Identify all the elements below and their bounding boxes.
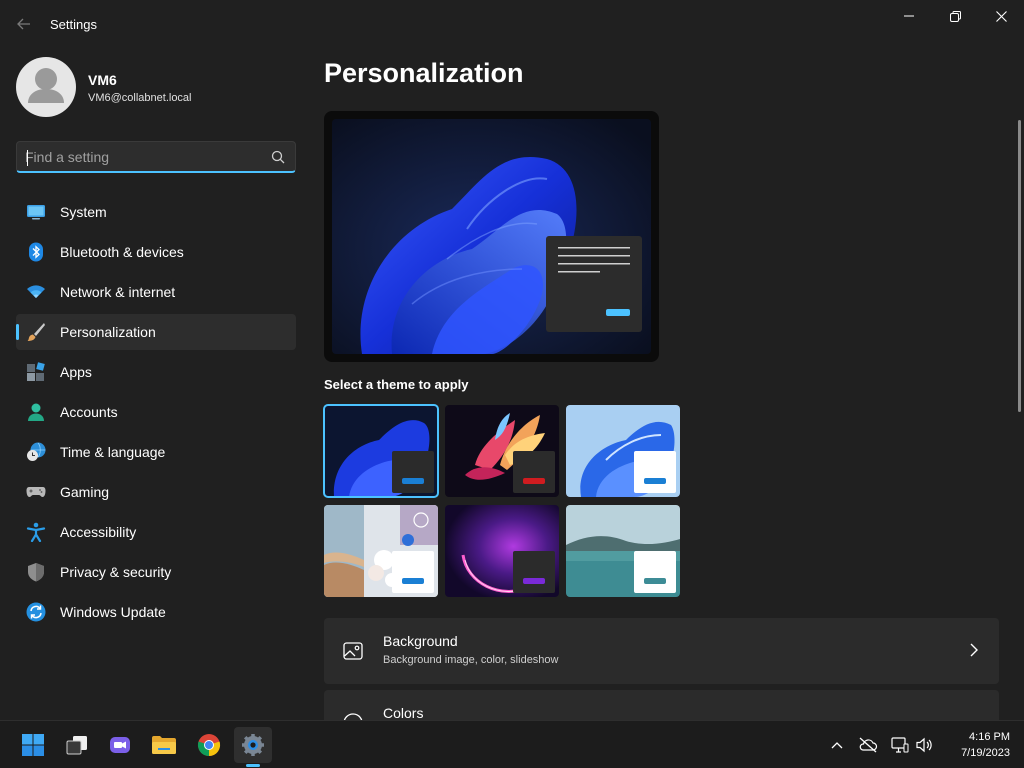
chrome-icon (197, 734, 221, 757)
theme-grid (323, 404, 680, 597)
sidebar-item-label: Accessibility (60, 524, 137, 540)
sidebar-item-time-language[interactable]: Time & language (16, 434, 296, 470)
settings-taskbar-button[interactable] (234, 727, 272, 763)
sidebar-nav: System Bluetooth & devices Network & int… (16, 194, 296, 634)
sidebar-item-label: Network & internet (60, 284, 176, 300)
sidebar-item-apps[interactable]: Apps (16, 354, 296, 390)
apps-icon (27, 362, 45, 381)
accessibility-icon (26, 522, 46, 542)
taskbar: 4:16 PM 7/19/2023 (0, 720, 1024, 768)
restore-button[interactable] (932, 0, 978, 32)
theme-preview (324, 111, 659, 362)
scrollbar[interactable] (1018, 120, 1021, 412)
search-icon[interactable] (271, 150, 285, 164)
close-icon (995, 10, 1007, 22)
chevron-up-icon (831, 742, 843, 749)
minimize-button[interactable] (886, 0, 932, 32)
brush-icon (27, 323, 45, 341)
card-title: Colors (383, 705, 424, 721)
preview-wallpaper (332, 119, 651, 354)
page-title: Personalization (324, 58, 524, 88)
title-bar: Settings (0, 0, 1024, 48)
volume-tray-button[interactable] (914, 735, 934, 755)
taskbar-clock[interactable]: 4:16 PM 7/19/2023 (940, 729, 1010, 761)
theme-windows-dark[interactable] (323, 404, 439, 498)
sidebar-item-label: System (60, 204, 107, 220)
sidebar-item-label: Personalization (60, 324, 156, 340)
avatar[interactable] (16, 57, 76, 117)
file-explorer-icon (152, 736, 176, 754)
chrome-button[interactable] (190, 727, 228, 763)
user-email: VM6@collabnet.local (88, 92, 192, 104)
user-name: VM6 (88, 72, 117, 88)
close-button[interactable] (978, 0, 1024, 32)
clock-globe-icon (27, 442, 46, 461)
sidebar-item-bluetooth[interactable]: Bluetooth & devices (16, 234, 296, 270)
themes-label: Select a theme to apply (324, 377, 469, 392)
search-box[interactable] (16, 141, 296, 173)
sidebar-item-label: Bluetooth & devices (60, 244, 184, 260)
theme-windows-light[interactable] (566, 405, 680, 497)
task-view-button[interactable] (58, 727, 96, 763)
user-avatar-icon (28, 68, 64, 103)
sidebar-item-personalization[interactable]: Personalization (16, 314, 296, 350)
sidebar-item-network[interactable]: Network & internet (16, 274, 296, 310)
volume-icon (916, 737, 932, 753)
text-caret (27, 150, 28, 166)
image-icon (343, 642, 363, 660)
sidebar-item-label: Time & language (60, 444, 166, 460)
sidebar-item-label: Privacy & security (60, 564, 172, 580)
card-title: Background (383, 633, 458, 649)
sidebar-item-label: Gaming (60, 484, 110, 500)
teams-chat-button[interactable] (101, 727, 139, 763)
sidebar-item-accessibility[interactable]: Accessibility (16, 514, 296, 550)
back-button[interactable] (10, 10, 38, 38)
active-app-indicator (246, 764, 260, 767)
back-arrow-icon (17, 18, 30, 30)
teams-chat-icon (110, 737, 130, 753)
sidebar-item-gaming[interactable]: Gaming (16, 474, 296, 510)
onedrive-offline-icon (859, 737, 878, 753)
sidebar-item-accounts[interactable]: Accounts (16, 394, 296, 430)
sidebar-item-system[interactable]: System (16, 194, 296, 230)
theme-flow[interactable] (566, 505, 680, 597)
network-tray-button[interactable] (890, 735, 910, 755)
theme-sunrise[interactable] (445, 505, 559, 597)
sidebar-item-windows-update[interactable]: Windows Update (16, 594, 296, 630)
theme-glow[interactable] (445, 405, 559, 497)
bluetooth-icon (29, 242, 43, 262)
background-setting-card[interactable]: Background Background image, color, slid… (324, 618, 999, 684)
start-icon (22, 734, 44, 756)
update-icon (26, 602, 46, 622)
wifi-icon (27, 285, 45, 298)
accounts-icon (28, 403, 44, 421)
start-button[interactable] (14, 727, 52, 763)
onedrive-tray-button[interactable] (858, 735, 878, 755)
system-icon (27, 205, 45, 220)
network-icon (891, 737, 909, 753)
card-subtitle: Background image, color, slideshow (383, 654, 559, 666)
sidebar-item-label: Windows Update (60, 604, 166, 620)
clock-date: 7/19/2023 (961, 747, 1010, 759)
sidebar-item-label: Apps (60, 364, 92, 380)
sidebar-item-label: Accounts (60, 404, 118, 420)
app-title: Settings (50, 17, 97, 32)
minimize-icon (904, 15, 914, 17)
show-hidden-icons-button[interactable] (827, 735, 847, 755)
search-input[interactable] (25, 147, 265, 167)
gamepad-icon (26, 487, 46, 497)
theme-captured-motion[interactable] (324, 505, 438, 597)
clock-time: 4:16 PM (969, 731, 1010, 743)
settings-icon (242, 734, 264, 756)
task-view-icon (66, 736, 87, 755)
chevron-right-icon (970, 643, 978, 657)
restore-icon (949, 10, 961, 22)
file-explorer-button[interactable] (145, 727, 183, 763)
shield-icon (28, 563, 44, 582)
sidebar-item-privacy[interactable]: Privacy & security (16, 554, 296, 590)
